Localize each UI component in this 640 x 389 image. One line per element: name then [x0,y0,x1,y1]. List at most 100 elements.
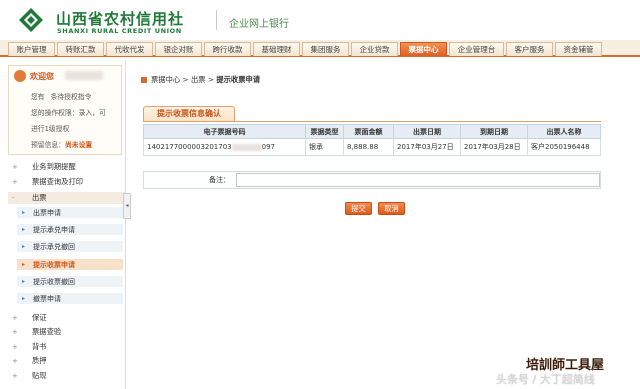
submenu-acceptance-withdraw[interactable]: ▸ 提示承兑撤回 [17,241,123,253]
menu-label: 票据查验 [32,327,62,336]
remark-label: 备注： [209,176,230,184]
cell-amount: 8,888.88 [343,138,394,156]
submenu-label: 撤票申请 [33,295,61,303]
user-avatar-icon [14,70,26,82]
nav-tab-reconcile[interactable]: 银企对账 [155,42,202,56]
nav-tab-collect-pay[interactable]: 代收代发 [106,42,153,56]
sidebar-collapse-handle[interactable]: ◂ [123,193,131,219]
col-header-issue-date: 出票日期 [393,124,461,139]
bullet-icon: ▸ [22,278,26,285]
welcome-text: 欢迎您 [30,72,54,81]
submenu-cancel-apply[interactable]: ▸ 撤票申请 [17,293,123,305]
col-header-amount: 票面金额 [343,124,394,139]
nav-tab-fund-assist[interactable]: 资金辅管 [555,42,602,56]
breadcrumb-separator: > [180,75,191,84]
pending-auth-prefix: 您有 [31,93,45,101]
col-header-drawer: 出票人名称 [527,124,601,139]
nav-tab-customer-service[interactable]: 客户服务 [506,42,553,56]
menu-label: 贴现 [32,371,47,380]
bullet-icon: ▸ [22,226,26,233]
breadcrumb-marker-icon [141,77,147,83]
menu-issue-bill[interactable]: - 出票 [8,192,125,204]
expand-icon: + [12,178,18,186]
auth-level-text: 进行1级授权 [31,125,70,133]
submenu-label: 提示承兑撤回 [33,243,75,251]
menu-endorsement[interactable]: + 背书 [8,341,125,353]
bill-info-table: 电子票据号码 票据类型 票面金额 出票日期 到期日期 出票人名称 1402177… [143,124,601,156]
nav-tab-transfer[interactable]: 转账汇款 [57,42,104,56]
bullet-icon: ▸ [22,295,26,302]
bank-title: 企业网上银行 [229,19,289,30]
header-divider [216,10,217,30]
menu-pledge[interactable]: + 质押 [8,355,125,367]
nav-tab-account[interactable]: 账户管理 [8,42,55,56]
submenu-label: 出票申请 [33,209,61,217]
collapse-icon: - [12,194,15,202]
remark-row: 备注： [143,171,601,189]
breadcrumb: 票据中心 > 出票 > 提示收票申请 [141,75,260,85]
menu-label: 票据查询及打印 [32,177,84,186]
cell-bill-no: 1402177000003201703 097 [143,138,306,156]
table-header-row: 电子票据号码 票据类型 票面金额 出票日期 到期日期 出票人名称 [143,124,601,139]
cancel-button[interactable]: 取消 [378,202,405,215]
submenu-label: 提示收票申请 [33,261,75,269]
permission-text: 您的操作权限：录入，可 [31,109,106,117]
section-divider [143,121,601,122]
submenu-receipt-apply[interactable]: ▸ 提示收票申请 [17,259,123,271]
menu-guarantee[interactable]: + 保证 [8,312,125,324]
reserved-info-label: 预留信息： [31,141,65,149]
menu-label: 保证 [32,313,47,322]
breadcrumb-issue[interactable]: 出票 [191,75,206,84]
submenu-label: 提示收票撤回 [33,278,75,286]
submenu-label: 提示承兑申请 [33,226,75,234]
menu-label: 质押 [32,356,47,365]
nav-tab-loan[interactable]: 企业贷款 [351,42,398,56]
breadcrumb-current: 提示收票申请 [216,75,261,84]
menu-label: 出票 [32,193,47,202]
menu-bill-verify[interactable]: + 票据查验 [8,326,125,338]
remark-input[interactable] [236,173,600,187]
reserved-info-settings-link[interactable]: 尚未设置 [65,141,92,149]
main-nav: 账户管理 转账汇款 代收代发 银企对账 跨行收款 基础理财 集团服务 企业贷款 … [0,40,640,57]
reserved-info-text: 预留信息：尚未设置 [31,139,92,149]
table-row: 1402177000003201703 097 银承 8,888.88 2017年… [143,138,601,156]
menu-label: 背书 [32,342,47,351]
user-info-box: 欢迎您 您有 条待授权指令 您的操作权限：录入，可 进行1级授权 预留信息：尚未设… [8,65,122,155]
menu-bill-query-print[interactable]: + 票据查询及打印 [8,176,125,188]
nav-tab-interbank[interactable]: 跨行收款 [204,42,251,56]
menu-label: 业务到期提醒 [32,162,76,171]
cell-bill-type: 银承 [305,138,344,156]
bullet-icon: ▸ [22,209,26,216]
bullet-icon: ▸ [22,261,26,268]
expand-icon: + [12,328,18,336]
submenu-receipt-withdraw[interactable]: ▸ 提示收票撤回 [17,276,123,288]
nav-tab-group[interactable]: 集团服务 [302,42,349,56]
brand-name: 山西省农村信用社 [56,10,185,28]
cell-issue-date: 2017年03月27日 [393,138,461,156]
nav-tab-bill-center[interactable]: 票据中心 [400,42,447,56]
left-sidebar: 欢迎您 您有 条待授权指令 您的操作权限：录入，可 进行1级授权 预留信息：尚未设… [0,61,126,389]
bill-no-prefix: 1402177000003201703 [147,143,232,151]
submenu-acceptance-apply[interactable]: ▸ 提示承兑申请 [17,224,123,236]
bill-no-suffix: 097 [261,143,275,151]
menu-discount[interactable]: + 贴现 [8,370,125,382]
cell-due-date: 2017年03月28日 [460,138,528,156]
cell-drawer: 客户2050196448 [527,138,601,156]
nav-tab-wealth[interactable]: 基础理财 [253,42,300,56]
section-title: 提示收票信息确认 [143,106,235,121]
submit-button[interactable]: 提交 [345,202,372,215]
submenu-issue-apply[interactable]: ▸ 出票申请 [17,207,123,219]
expand-icon: + [12,163,18,171]
menu-expiry-reminder[interactable]: + 业务到期提醒 [8,161,125,173]
expand-icon: + [12,343,18,351]
col-header-bill-type: 票据类型 [305,124,344,139]
breadcrumb-bill-center[interactable]: 票据中心 [151,75,180,84]
nav-tab-enterprise-admin[interactable]: 企业管理台 [449,42,504,56]
rural-credit-logo-icon [19,8,43,32]
col-header-due-date: 到期日期 [460,124,528,139]
brand-name-english: SHANXI RURAL CREDIT UNION [57,27,182,35]
page-header: 山西省农村信用社 SHANXI RURAL CREDIT UNION 企业网上银… [0,0,640,40]
redacted-bill-no [231,143,262,151]
col-header-bill-no: 电子票据号码 [143,124,306,139]
main-content: 票据中心 > 出票 > 提示收票申请 提示收票信息确认 电子票据号码 票据类型 … [135,61,640,389]
